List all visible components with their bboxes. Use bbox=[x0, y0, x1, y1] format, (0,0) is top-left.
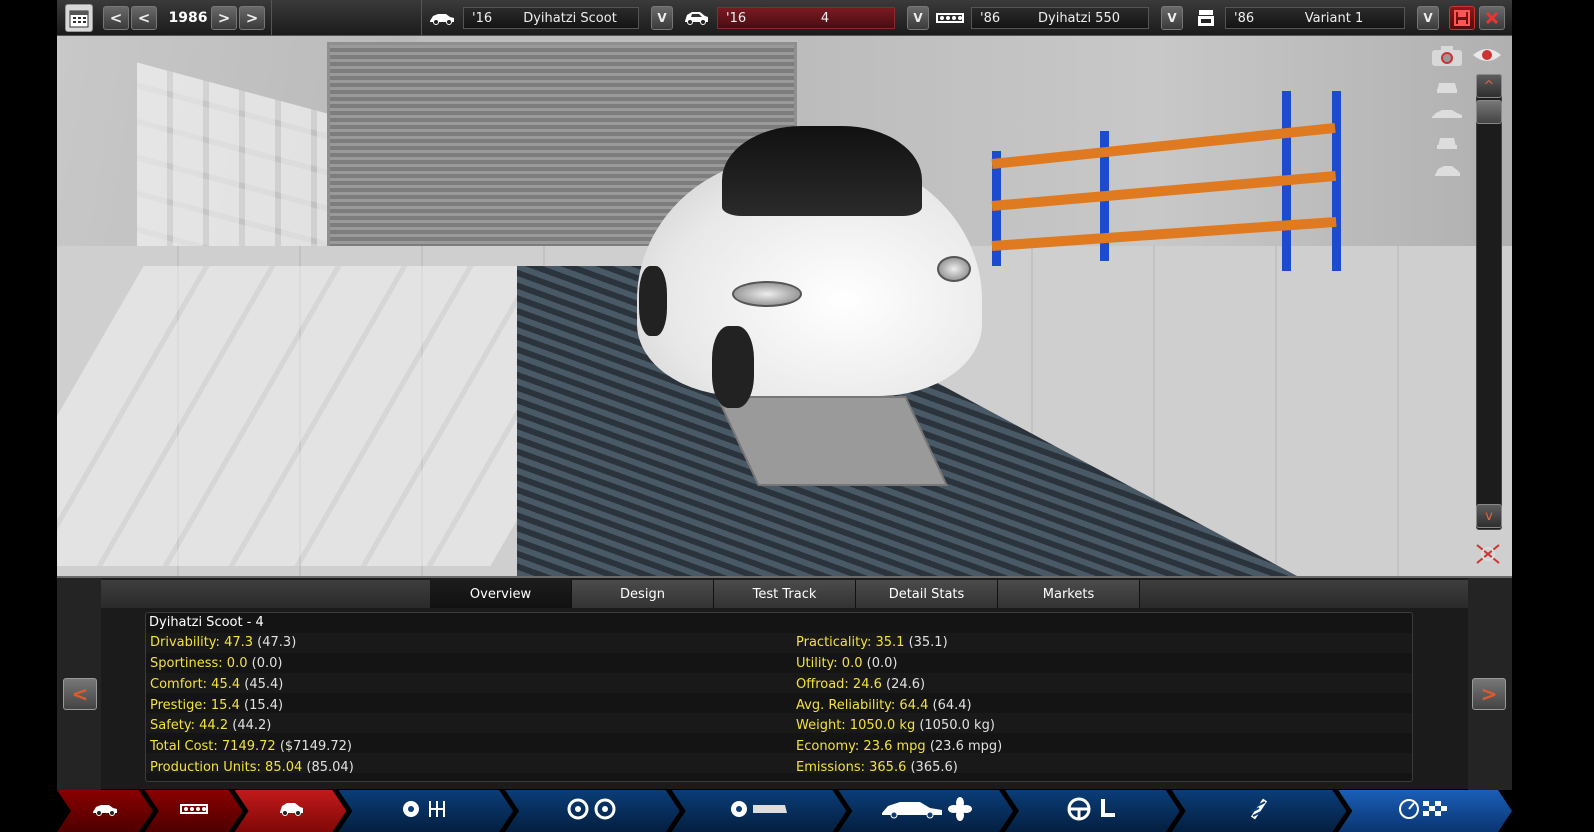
engine-variant-icon bbox=[1191, 8, 1221, 28]
tab-detail-stats[interactable]: Detail Stats bbox=[856, 580, 998, 608]
car-model-render bbox=[637, 116, 982, 408]
trim-selector[interactable]: '16 4 bbox=[717, 7, 895, 29]
next-page-button[interactable]: > bbox=[1472, 678, 1506, 710]
car-trim-icon bbox=[277, 800, 305, 823]
testing-icon bbox=[1397, 797, 1453, 826]
divider bbox=[271, 0, 272, 36]
nav-interior[interactable] bbox=[1005, 790, 1180, 832]
nav-engine[interactable] bbox=[145, 790, 243, 832]
stat-weight: Weight: 1050.0 kg (1050.0 kg) bbox=[796, 718, 995, 733]
body-cooling-icon bbox=[880, 797, 972, 826]
nav-gearbox[interactable] bbox=[338, 790, 513, 832]
engine-block-icon bbox=[179, 801, 209, 822]
year-prev-fast-button[interactable]: < bbox=[103, 6, 129, 30]
stat-drivability: Drivability: 47.3 (47.3) bbox=[150, 635, 297, 650]
tab-markets[interactable]: Markets bbox=[998, 580, 1140, 608]
scroll-down-button[interactable]: v bbox=[1476, 504, 1502, 528]
car-view-front-icon[interactable] bbox=[1427, 74, 1467, 98]
engine-dropdown-button[interactable]: V bbox=[1161, 6, 1183, 30]
nav-trim[interactable] bbox=[235, 790, 347, 832]
trim-dropdown-button[interactable]: V bbox=[907, 6, 929, 30]
divider bbox=[421, 0, 422, 36]
nav-suspension[interactable] bbox=[1172, 790, 1347, 832]
stat-prestige: Prestige: 15.4 (15.4) bbox=[150, 698, 284, 713]
model-dropdown-button[interactable]: V bbox=[651, 6, 673, 30]
scroll-up-button[interactable]: ^ bbox=[1476, 74, 1502, 98]
stat-avg-reliability: Avg. Reliability: 64.4 (64.4) bbox=[796, 698, 972, 713]
top-toolbar: < < 1986 > > '16 Dyihatzi Scoot V '16 4 … bbox=[57, 0, 1512, 36]
stat-total-cost: Total Cost: 7149.72 ($7149.72) bbox=[150, 739, 352, 754]
design-step-nav bbox=[57, 790, 1512, 832]
close-icon[interactable] bbox=[1479, 6, 1505, 30]
model-selector[interactable]: '16 Dyihatzi Scoot bbox=[463, 7, 639, 29]
eye-icon[interactable] bbox=[1469, 44, 1505, 66]
reset-view-icon[interactable] bbox=[1471, 539, 1505, 569]
suspension-icon bbox=[1247, 796, 1271, 827]
stat-sportiness: Sportiness: 0.0 (0.0) bbox=[150, 656, 283, 671]
year-prev-button[interactable]: < bbox=[131, 6, 157, 30]
engine-name: Dyihatzi 550 bbox=[1038, 10, 1120, 26]
stat-production-units: Production Units: 85.04 (85.04) bbox=[150, 760, 354, 775]
stat-practicality: Practicality: 35.1 (35.1) bbox=[796, 635, 948, 650]
model-name: Dyihatzi Scoot bbox=[523, 10, 617, 26]
car-model-icon bbox=[91, 801, 119, 822]
interior-icon bbox=[1067, 797, 1117, 826]
variant-selector[interactable]: '86 Variant 1 bbox=[1225, 7, 1405, 29]
year-next-button[interactable]: > bbox=[211, 6, 237, 30]
stat-offroad: Offroad: 24.6 (24.6) bbox=[796, 677, 926, 692]
viewport-scrollbar[interactable] bbox=[1476, 74, 1502, 530]
fixture-icon bbox=[729, 799, 789, 824]
calendar-icon[interactable] bbox=[65, 4, 93, 32]
tab-design[interactable]: Design bbox=[572, 580, 714, 608]
engine-selector[interactable]: '86 Dyihatzi 550 bbox=[971, 7, 1149, 29]
trim-name: 4 bbox=[820, 10, 830, 26]
stat-economy: Economy: 23.6 mpg (23.6 mpg) bbox=[796, 739, 1003, 754]
trim-title: Dyihatzi Scoot - 4 bbox=[149, 615, 264, 630]
gearbox-icon bbox=[400, 798, 452, 825]
nav-car-model[interactable] bbox=[57, 790, 153, 832]
overview-stats-box bbox=[145, 612, 1413, 782]
tab-overview[interactable]: Overview bbox=[430, 580, 572, 608]
variant-name: Variant 1 bbox=[1304, 10, 1364, 26]
storage-shelf bbox=[991, 91, 1342, 276]
model-year: '16 bbox=[472, 10, 493, 26]
nav-body-cooling[interactable] bbox=[838, 790, 1013, 832]
camera-icon[interactable] bbox=[1427, 42, 1467, 70]
car-view-side-icon[interactable] bbox=[1427, 102, 1467, 126]
tab-bar: Overview Design Test Track Detail Stats … bbox=[430, 580, 1140, 608]
nav-testing[interactable] bbox=[1338, 790, 1512, 832]
prev-page-button[interactable]: < bbox=[63, 678, 97, 710]
car-3d-viewport[interactable]: ^ v bbox=[57, 36, 1512, 576]
car-view-rear-icon[interactable] bbox=[1427, 130, 1467, 154]
car-view-free-icon[interactable] bbox=[1427, 158, 1467, 184]
wheels-icon bbox=[565, 798, 619, 825]
nav-fixtures[interactable] bbox=[672, 790, 847, 832]
stat-emissions: Emissions: 365.6 (365.6) bbox=[796, 760, 958, 775]
year-next-fast-button[interactable]: > bbox=[239, 6, 265, 30]
engine-year: '86 bbox=[980, 10, 1001, 26]
engine-block-icon bbox=[935, 8, 965, 28]
nav-wheels[interactable] bbox=[505, 790, 680, 832]
scroll-thumb[interactable] bbox=[1476, 100, 1502, 124]
variant-dropdown-button[interactable]: V bbox=[1417, 6, 1439, 30]
stat-comfort: Comfort: 45.4 (45.4) bbox=[150, 677, 284, 692]
trim-year: '16 bbox=[726, 10, 747, 26]
stat-utility: Utility: 0.0 (0.0) bbox=[796, 656, 898, 671]
info-panel: Overview Design Test Track Detail Stats … bbox=[57, 576, 1512, 791]
save-icon[interactable] bbox=[1449, 6, 1475, 30]
variant-year: '86 bbox=[1234, 10, 1255, 26]
tab-test-track[interactable]: Test Track bbox=[714, 580, 856, 608]
car-model-icon bbox=[427, 8, 457, 28]
car-trim-icon bbox=[681, 8, 711, 28]
stat-safety: Safety: 44.2 (44.2) bbox=[150, 718, 272, 733]
current-year: 1986 bbox=[168, 10, 208, 26]
